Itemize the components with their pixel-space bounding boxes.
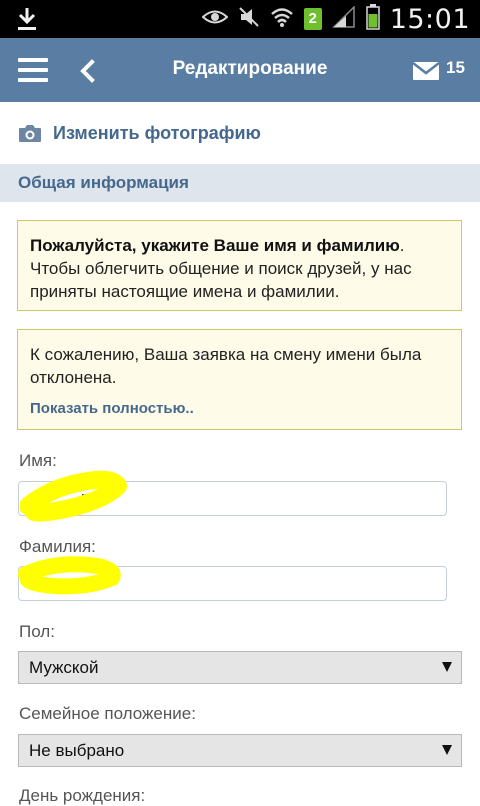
show-more-link[interactable]: Показать полностью.. <box>30 397 449 420</box>
menu-icon[interactable] <box>18 58 48 84</box>
dropdown-arrow-icon <box>442 745 452 755</box>
dropdown-arrow-icon <box>442 662 452 672</box>
messages-icon[interactable] <box>412 61 440 81</box>
gender-label: Пол: <box>19 622 55 641</box>
name-change-rejected-notice: К сожалению, Ваша заявка на смену имени … <box>17 329 462 430</box>
mute-icon <box>238 6 260 33</box>
section-header-general-info: Общая информация <box>0 164 480 202</box>
download-icon <box>16 6 38 37</box>
status-bar: 2 15:01 <box>0 0 480 38</box>
first-name-field[interactable]: ра <box>18 481 447 516</box>
page-title: Редактирование <box>172 58 328 79</box>
eye-icon <box>201 8 229 31</box>
change-photo-link[interactable]: Изменить фотографию <box>53 123 261 144</box>
gender-select[interactable]: Мужской <box>18 651 462 684</box>
birthday-label: День рождения: <box>19 786 146 805</box>
app-header: Редактирование 15 <box>0 38 480 102</box>
section-title: Общая информация <box>18 173 189 192</box>
wifi-icon <box>270 6 294 33</box>
sim-slot-badge: 2 <box>303 8 322 30</box>
marital-status-label: Семейное положение: <box>19 704 196 723</box>
last-name-field[interactable] <box>18 566 447 601</box>
marital-status-select[interactable]: Не выбрано <box>18 734 462 767</box>
notice-bold-text: Пожалуйста, укажите Ваше имя и фамилию <box>30 236 400 255</box>
change-photo-row[interactable]: Изменить фотографию <box>0 102 480 164</box>
unread-messages-count[interactable]: 15 <box>446 58 465 78</box>
gender-selected-value: Мужской <box>29 658 99 677</box>
camera-icon <box>18 123 42 143</box>
signal-icon <box>331 4 356 33</box>
first-name-label: Имя: <box>19 451 57 470</box>
rejected-text: К сожалению, Ваша заявка на смену имени … <box>30 345 422 387</box>
back-arrow-icon[interactable] <box>74 55 102 87</box>
battery-icon <box>365 3 380 35</box>
name-requirement-notice: Пожалуйста, укажите Ваше имя и фамилию. … <box>17 220 462 311</box>
last-name-label: Фамилия: <box>19 537 96 556</box>
marital-selected-value: Не выбрано <box>29 741 125 760</box>
clock-time: 15:01 <box>389 3 470 35</box>
